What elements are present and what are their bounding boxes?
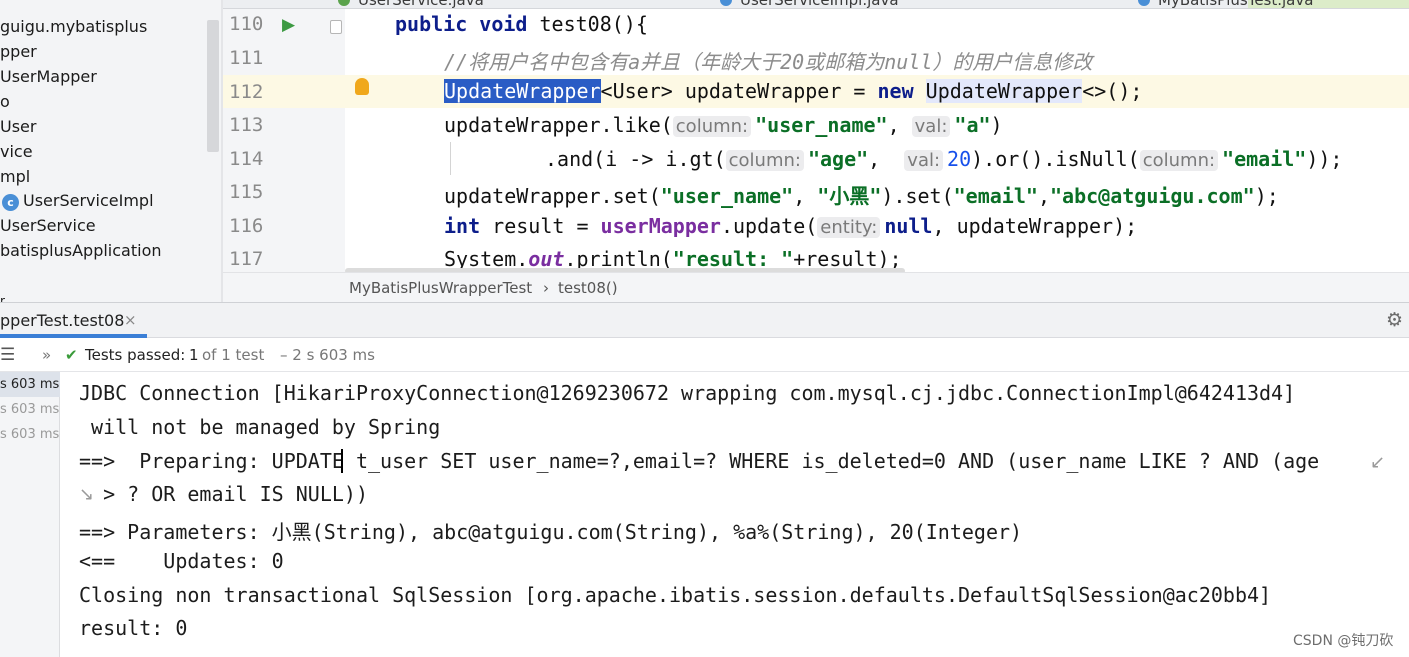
tree-scrollbar[interactable] xyxy=(207,20,219,152)
soft-wrap-icon: ↙ xyxy=(1370,452,1386,473)
line-number: 112 xyxy=(229,81,264,103)
tree-item-user[interactable]: User xyxy=(0,115,36,139)
console-line: Closing non transactional SqlSession [or… xyxy=(79,583,1272,607)
list-icon[interactable]: ☰ xyxy=(0,338,15,372)
run-tool-window-header: pperTest.test08 × ⚙ xyxy=(0,302,1409,338)
tests-total: of 1 test xyxy=(202,346,265,364)
watermark: CSDN @钝刀砍 xyxy=(1293,633,1394,649)
param-hint: entity: xyxy=(817,217,881,238)
gear-icon[interactable]: ⚙ xyxy=(1386,311,1404,330)
console-line: JDBC Connection [HikariProxyConnection@1… xyxy=(79,381,1296,405)
breadcrumb-class[interactable]: MyBatisPlusWrapperTest xyxy=(349,273,532,303)
code-line-112: UpdateWrapper<User> updateWrapper = new … xyxy=(444,79,1143,103)
param-hint: val: xyxy=(911,116,951,137)
param-hint: column: xyxy=(1139,150,1219,171)
test-tree-row[interactable]: s 603 ms xyxy=(0,372,60,397)
tree-item-userserviceimpl[interactable]: UserServiceImpl xyxy=(23,189,154,213)
code-line-115: updateWrapper.set("user_name", "小黑").set… xyxy=(444,184,1279,208)
console-line: ==> Parameters: 小黑(String), abc@atguigu.… xyxy=(79,520,1023,544)
class-icon: c xyxy=(2,194,19,211)
tab-mybatisplustest[interactable]: MyBatisPlusTest.java xyxy=(1138,0,1313,8)
indent-guide xyxy=(450,142,451,175)
project-tree: guigu.mybatisplus pper UserMapper o User… xyxy=(0,0,221,302)
code-line-114: .and(i -> i.gt(column: "age", val: 20).or(… xyxy=(545,147,1343,171)
line-number: 111 xyxy=(229,47,264,69)
tab-userserviceimpl[interactable]: UserServiceImpl.java xyxy=(720,0,899,8)
fold-marker-icon[interactable] xyxy=(330,20,342,34)
interface-icon xyxy=(338,0,350,6)
line-number: 117 xyxy=(229,248,264,270)
line-number: 116 xyxy=(229,215,264,237)
test-tree: s 603 ms s 603 ms s 603 ms xyxy=(0,372,60,657)
param-hint: val: xyxy=(904,150,944,171)
selected-text: UpdateWrapper xyxy=(444,79,601,103)
editor-tabbar: UserService.java UserServiceImpl.java My… xyxy=(223,0,1409,9)
tree-item-userservice[interactable]: UserService xyxy=(0,214,96,238)
text-caret xyxy=(341,449,343,473)
line-number: 113 xyxy=(229,114,264,136)
tests-passed-label: Tests passed: xyxy=(85,346,186,364)
test-tree-row[interactable]: s 603 ms xyxy=(0,397,60,422)
line-number: 110 xyxy=(229,13,264,35)
code-line-113: updateWrapper.like(column: "user_name", v… xyxy=(444,113,1003,137)
test-tree-row[interactable]: s 603 ms xyxy=(0,422,60,447)
tree-item-package[interactable]: guigu.mybatisplus xyxy=(0,15,147,39)
breadcrumb-separator: › xyxy=(543,279,549,297)
console-line: ==> Preparing: UPDATE t_user SET user_na… xyxy=(79,449,1320,473)
run-tab-label: pperTest.test08 xyxy=(0,311,125,330)
tree-item-pojo-folder[interactable]: o xyxy=(0,90,10,114)
console-line: > ? OR email IS NULL)) xyxy=(79,482,368,506)
run-tab[interactable]: pperTest.test08 xyxy=(0,303,124,338)
class-icon xyxy=(720,0,732,6)
code-line-111: //将用户名中包含有a并且（年龄大于20或邮箱为null）的用户信息修改 xyxy=(444,50,1093,74)
code-line-116: int result = userMapper.update(entity: nu… xyxy=(444,214,1138,238)
console-line: <== Updates: 0 xyxy=(79,549,284,573)
code-line-110: public void test08(){ xyxy=(395,12,648,36)
tests-duration: – 2 s 603 ms xyxy=(280,346,375,364)
close-icon[interactable]: × xyxy=(124,303,137,338)
tree-item-application[interactable]: batisplusApplication xyxy=(0,239,162,263)
breadcrumb-method[interactable]: test08() xyxy=(558,273,618,303)
tree-item-service-folder[interactable]: vice xyxy=(0,140,33,164)
expand-chevron-icon[interactable]: » xyxy=(42,338,51,372)
tree-item-usermapper[interactable]: UserMapper xyxy=(0,65,97,89)
param-hint: column: xyxy=(725,150,804,171)
soft-wrap-continue-icon: ↘ xyxy=(79,484,95,505)
tree-item-impl-folder[interactable]: mpl xyxy=(0,165,30,189)
tree-item-mapper-folder[interactable]: pper xyxy=(0,40,37,64)
line-number: 115 xyxy=(229,181,264,203)
class-icon xyxy=(1138,0,1150,6)
test-status-bar: ☰ » ✔ Tests passed: 1 of 1 test – 2 s 60… xyxy=(0,338,1409,372)
console-line: result: 0 xyxy=(79,616,188,640)
run-test-icon[interactable]: ▶ xyxy=(282,15,295,35)
param-hint: column: xyxy=(672,116,752,137)
tests-passed-count: 1 xyxy=(189,346,199,364)
tab-userservice[interactable]: UserService.java xyxy=(338,0,484,8)
tree-item-resources[interactable]: r xyxy=(0,289,5,302)
check-icon: ✔ xyxy=(65,346,78,364)
breadcrumb: MyBatisPlusWrapperTest › test08() xyxy=(223,272,1409,302)
intention-bulb-icon[interactable] xyxy=(355,78,369,95)
console-line: will not be managed by Spring xyxy=(79,415,441,439)
line-number: 114 xyxy=(229,148,264,170)
